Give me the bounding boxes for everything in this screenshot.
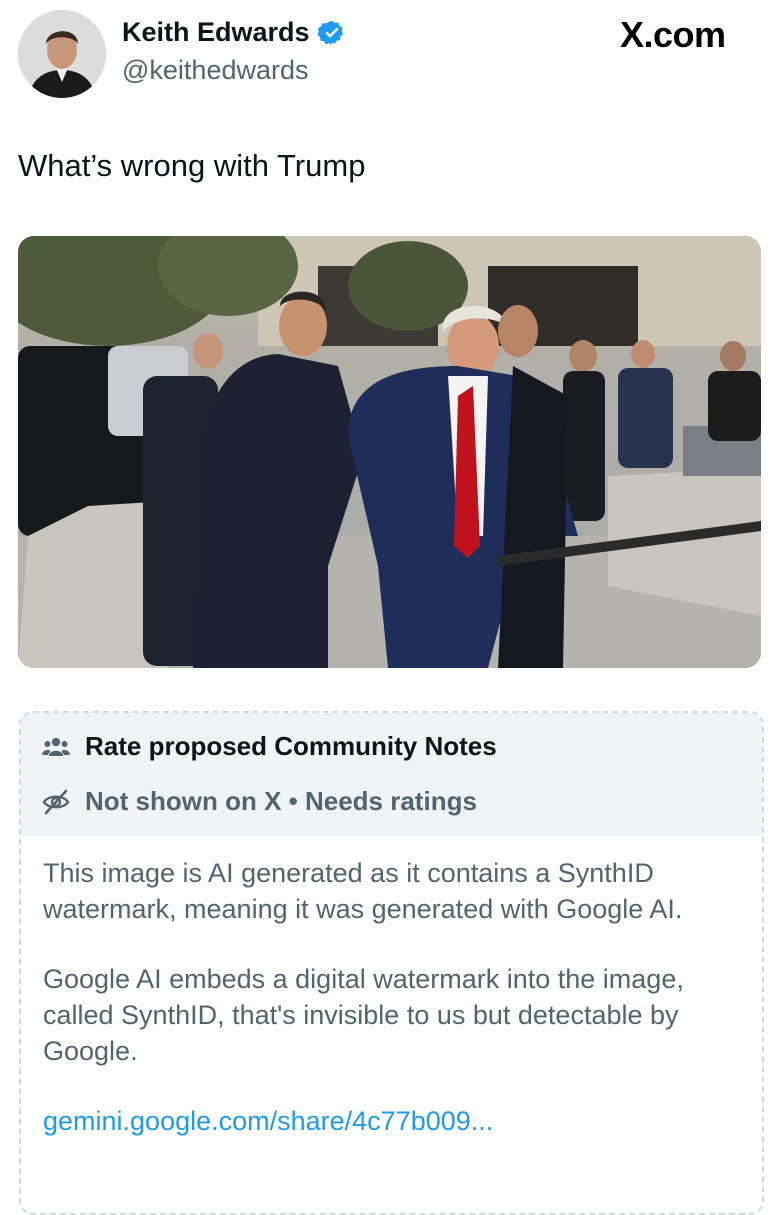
author-handle[interactable]: @keithedwards (122, 55, 309, 86)
author-name-row[interactable]: Keith Edwards (122, 17, 346, 48)
avatar[interactable] (18, 10, 106, 98)
community-note-body: This image is AI generated as it contain… (21, 837, 762, 1139)
brand-logo: X.com (620, 14, 726, 55)
tweet-photo[interactable] (18, 236, 761, 668)
tweet-text: What’s wrong with Trump (18, 148, 366, 183)
community-note-status-row: Not shown on X • Needs ratings (41, 786, 477, 817)
eye-off-icon (42, 789, 70, 814)
community-note-paragraph: Google AI embeds a digital watermark int… (43, 964, 684, 1066)
community-note-source-link[interactable]: gemini.google.com/share/4c77b009... (43, 1103, 740, 1139)
community-note-status: Not shown on X • Needs ratings (85, 786, 477, 816)
community-note-card[interactable]: Rate proposed Community Notes Not shown … (19, 711, 764, 1215)
verified-badge-icon (317, 20, 343, 45)
author-name[interactable]: Keith Edwards (122, 17, 310, 48)
community-note-title: Rate proposed Community Notes (85, 731, 497, 761)
community-note-paragraph: This image is AI generated as it contain… (43, 858, 683, 924)
community-note-header: Rate proposed Community Notes Not shown … (21, 713, 762, 837)
community-note-title-row[interactable]: Rate proposed Community Notes (41, 731, 497, 762)
people-icon (42, 737, 70, 756)
